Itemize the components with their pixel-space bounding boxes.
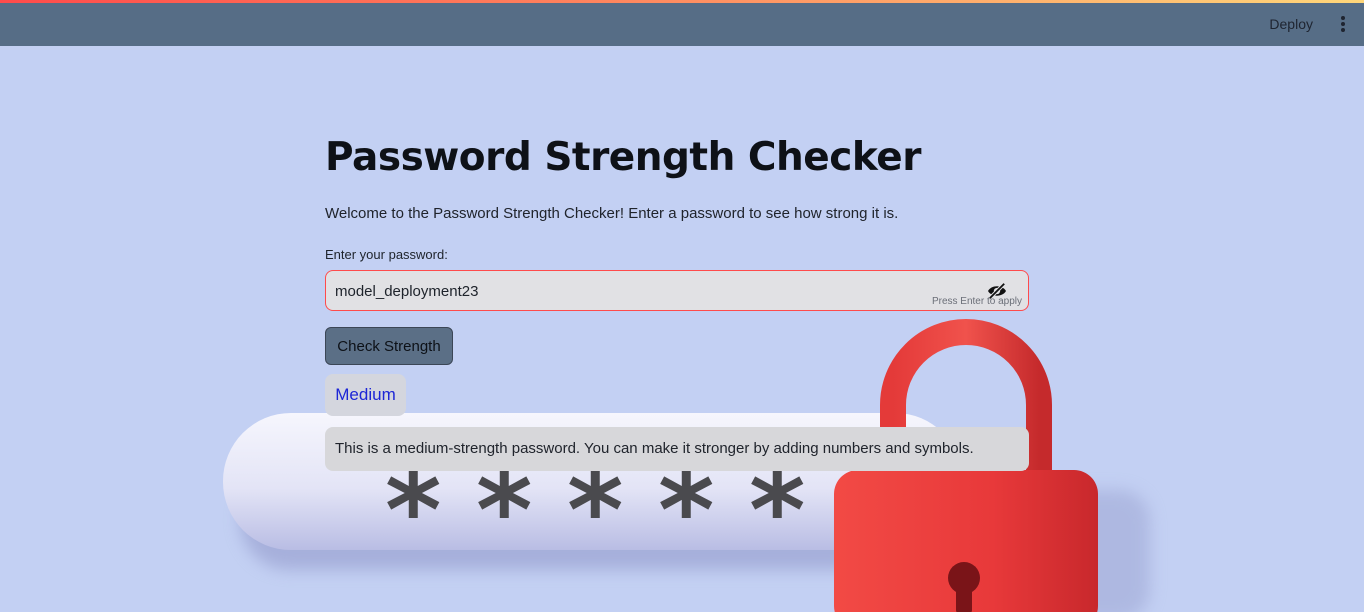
password-label: Enter your password:: [325, 247, 448, 262]
main-content: Password Strength Checker Welcome to the…: [325, 135, 1029, 471]
page-title: Password Strength Checker: [325, 135, 921, 180]
strength-level-badge: Medium: [325, 374, 406, 416]
deploy-button[interactable]: Deploy: [1269, 16, 1313, 32]
strength-message: This is a medium-strength password. You …: [325, 427, 1029, 471]
check-strength-button[interactable]: Check Strength: [325, 327, 453, 365]
input-hint: Press Enter to apply: [931, 296, 1022, 307]
password-field[interactable]: Press Enter to apply: [325, 270, 1029, 311]
password-input[interactable]: [335, 280, 895, 302]
kebab-menu-icon[interactable]: [1340, 16, 1346, 32]
intro-text: Welcome to the Password Strength Checker…: [325, 205, 899, 222]
app-header: Deploy: [0, 3, 1364, 46]
